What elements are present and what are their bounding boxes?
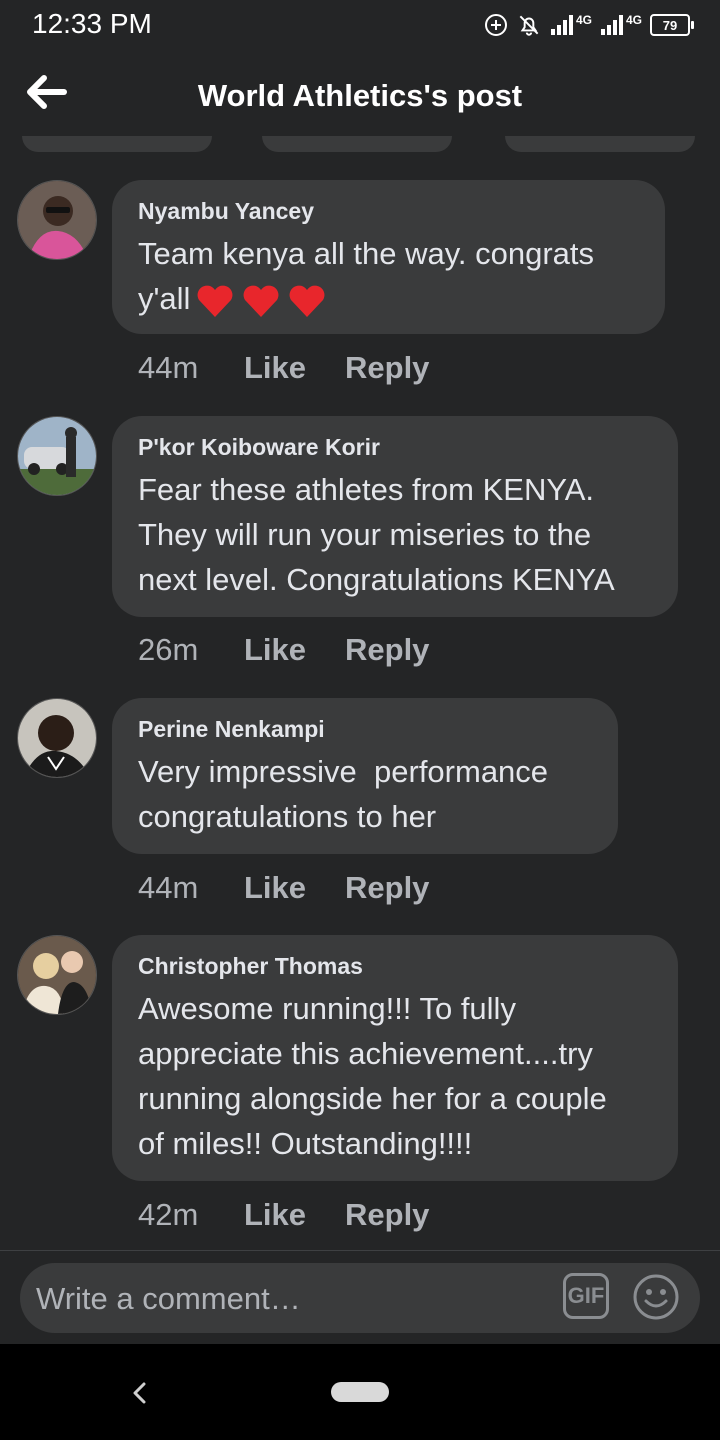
comment-author[interactable]: Perine Nenkampi bbox=[138, 716, 592, 743]
reply-button[interactable]: Reply bbox=[345, 632, 429, 668]
header: World Athletics's post bbox=[0, 50, 720, 150]
like-button[interactable]: Like bbox=[244, 1197, 345, 1233]
battery-level: 79 bbox=[662, 17, 678, 33]
comment-actions: 42m Like Reply bbox=[138, 1197, 429, 1233]
divider bbox=[0, 1250, 720, 1251]
status-time: 12:33 PM bbox=[32, 8, 152, 39]
hearts bbox=[196, 284, 326, 318]
comment-author[interactable]: Christopher Thomas bbox=[138, 953, 652, 980]
comment-text: Team kenya all the way. congrats y'all bbox=[138, 231, 639, 321]
comment-time: 42m bbox=[138, 1197, 199, 1232]
comment-text: Fear these athletes from KENYA. They wil… bbox=[138, 472, 615, 597]
gif-button[interactable]: GIF bbox=[563, 1273, 609, 1319]
avatar[interactable] bbox=[17, 698, 97, 778]
reply-button[interactable]: Reply bbox=[345, 870, 429, 906]
comment-input[interactable] bbox=[34, 1263, 558, 1335]
emoji-button[interactable] bbox=[631, 1272, 681, 1322]
network-label: 4G bbox=[625, 13, 642, 27]
like-button[interactable]: Like bbox=[244, 350, 345, 386]
gif-icon: GIF bbox=[567, 1283, 605, 1308]
partial-comment-bubble bbox=[262, 136, 452, 152]
page-title: World Athletics's post bbox=[197, 78, 523, 113]
nav-back-button[interactable] bbox=[126, 1378, 154, 1408]
like-button[interactable]: Like bbox=[244, 632, 345, 668]
comment-time: 44m bbox=[138, 350, 199, 385]
comment-bubble: Nyambu Yancey Team kenya all the way. co… bbox=[112, 180, 665, 334]
comment-actions: 44m Like Reply bbox=[138, 870, 429, 906]
partial-comment-bubble bbox=[505, 136, 695, 152]
battery-icon: 79 bbox=[650, 14, 694, 36]
comment-actions: 44m Like Reply bbox=[138, 350, 429, 386]
comment-author[interactable]: P'kor Koiboware Korir bbox=[138, 434, 652, 461]
heart-icon bbox=[290, 285, 325, 317]
avatar[interactable] bbox=[17, 935, 97, 1015]
comment-time: 26m bbox=[138, 632, 199, 667]
chevron-left-icon bbox=[133, 1382, 146, 1404]
reply-button[interactable]: Reply bbox=[345, 350, 429, 386]
comment-text: Awesome running!!! To fully appreciate t… bbox=[138, 991, 607, 1161]
status-bar: 12:33 PM 4G 4G 79 bbox=[0, 0, 720, 50]
heart-icon bbox=[198, 285, 233, 317]
add-alarm-icon bbox=[484, 13, 508, 37]
avatar[interactable] bbox=[17, 180, 97, 260]
signal-icon bbox=[550, 14, 574, 36]
comment-bubble: Christopher Thomas Awesome running!!! To… bbox=[112, 935, 678, 1181]
smiley-icon bbox=[633, 1274, 679, 1320]
nav-home-button[interactable] bbox=[331, 1382, 389, 1402]
comment-bubble: Perine Nenkampi Very impressive performa… bbox=[112, 698, 618, 854]
status-icons: 4G 4G 79 bbox=[484, 10, 694, 40]
network-label: 4G bbox=[575, 13, 592, 27]
bell-off-icon bbox=[516, 12, 542, 38]
comment-actions: 26m Like Reply bbox=[138, 632, 429, 668]
comment-composer: GIF bbox=[20, 1263, 700, 1335]
heart-icon bbox=[244, 285, 279, 317]
signal-icon bbox=[600, 14, 624, 36]
comment-time: 44m bbox=[138, 870, 199, 905]
comment-text: Very impressive performance congratulati… bbox=[138, 754, 549, 834]
partial-comment-bubble bbox=[22, 136, 212, 152]
like-button[interactable]: Like bbox=[244, 870, 345, 906]
avatar[interactable] bbox=[17, 416, 97, 496]
comment-bubble: P'kor Koiboware Korir Fear these athlete… bbox=[112, 416, 678, 617]
reply-button[interactable]: Reply bbox=[345, 1197, 429, 1233]
comment-author[interactable]: Nyambu Yancey bbox=[138, 198, 639, 225]
